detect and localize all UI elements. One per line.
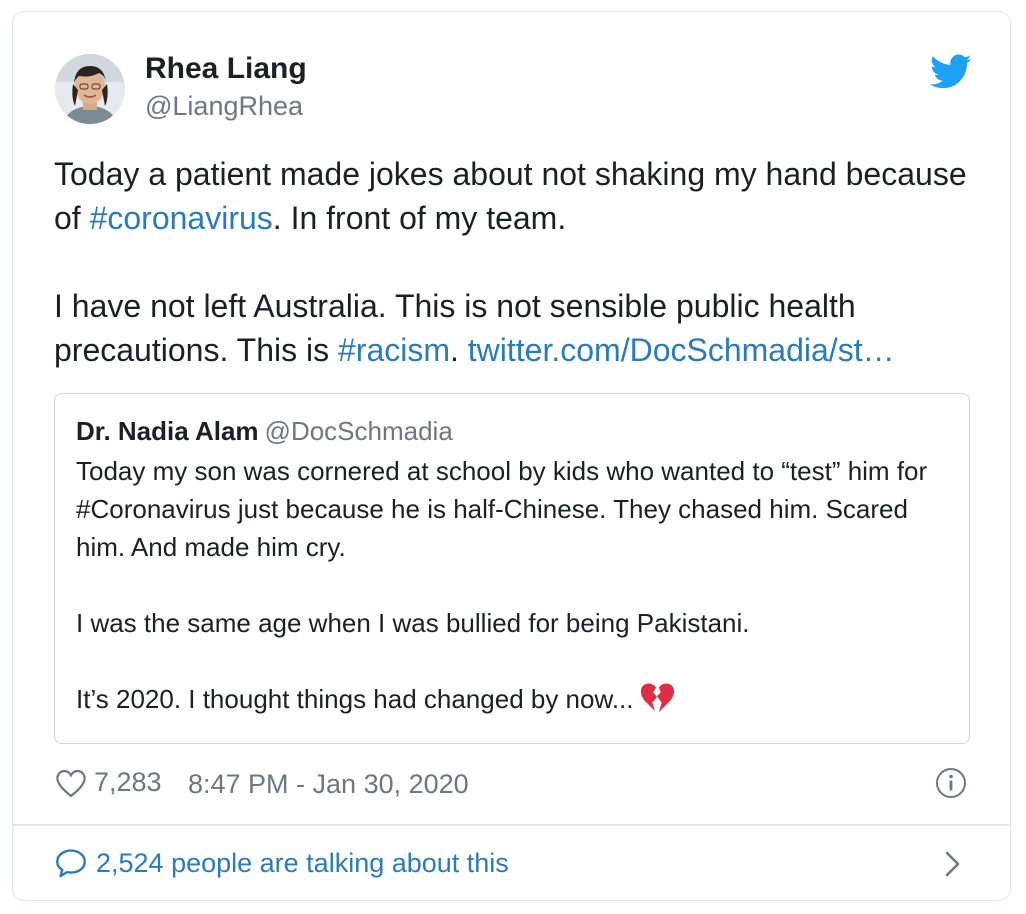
quoted-author-name: Dr. Nadia Alam [76, 416, 259, 446]
tweet-text-segment: . [450, 332, 468, 368]
twitter-bird-icon[interactable] [930, 54, 972, 90]
quoted-tweet-url-link[interactable]: twitter.com/DocSchmadia/st… [468, 332, 895, 368]
divider [13, 824, 1009, 826]
author-name[interactable]: Rhea Liang [145, 52, 307, 86]
author-handle[interactable]: @LiangRhea [145, 91, 303, 122]
like-count: 7,283 [94, 767, 162, 797]
tweet-text: Today a patient made jokes about not sha… [54, 152, 984, 372]
conversation-link[interactable]: 2,524 people are talking about this [54, 847, 509, 879]
quoted-tweet-header: Dr. Nadia Alam @DocSchmadia [76, 416, 453, 447]
like-button[interactable]: 7,283 [54, 767, 162, 798]
quoted-author-handle: @DocSchmadia [264, 416, 453, 446]
quoted-paragraph-3: It’s 2020. I thought things had changed … [76, 680, 956, 718]
broken-heart-icon [640, 683, 674, 713]
quoted-paragraph-1: Today my son was cornered at school by k… [76, 456, 928, 562]
quoted-paragraph-2: I was the same age when I was bullied fo… [76, 608, 750, 638]
heart-icon [56, 769, 86, 797]
chevron-right-icon[interactable] [941, 848, 965, 880]
speech-bubble-icon [56, 849, 86, 878]
tweet-text-segment: . In front of my team. [272, 200, 567, 236]
hashtag-racism-link[interactable]: #racism [338, 332, 450, 368]
avatar-photo-icon [55, 54, 125, 124]
tweet-paragraph-1: Today a patient made jokes about not sha… [54, 152, 984, 240]
conversation-label: 2,524 people are talking about this [96, 847, 509, 878]
avatar[interactable] [55, 54, 125, 124]
quoted-paragraph-3-text: It’s 2020. I thought things had changed … [76, 684, 634, 714]
tweet-timestamp[interactable]: 8:47 PM - Jan 30, 2020 [188, 769, 469, 800]
quoted-tweet-text: Today my son was cornered at school by k… [76, 452, 956, 718]
hashtag-coronavirus-link[interactable]: #coronavirus [90, 200, 273, 236]
tweet-card: Rhea Liang @LiangRhea Today a patient ma… [12, 11, 1011, 901]
tweet-paragraph-2: I have not left Australia. This is not s… [54, 284, 984, 372]
quoted-tweet[interactable]: Dr. Nadia Alam @DocSchmadia Today my son … [54, 393, 970, 744]
info-icon[interactable] [935, 767, 967, 799]
